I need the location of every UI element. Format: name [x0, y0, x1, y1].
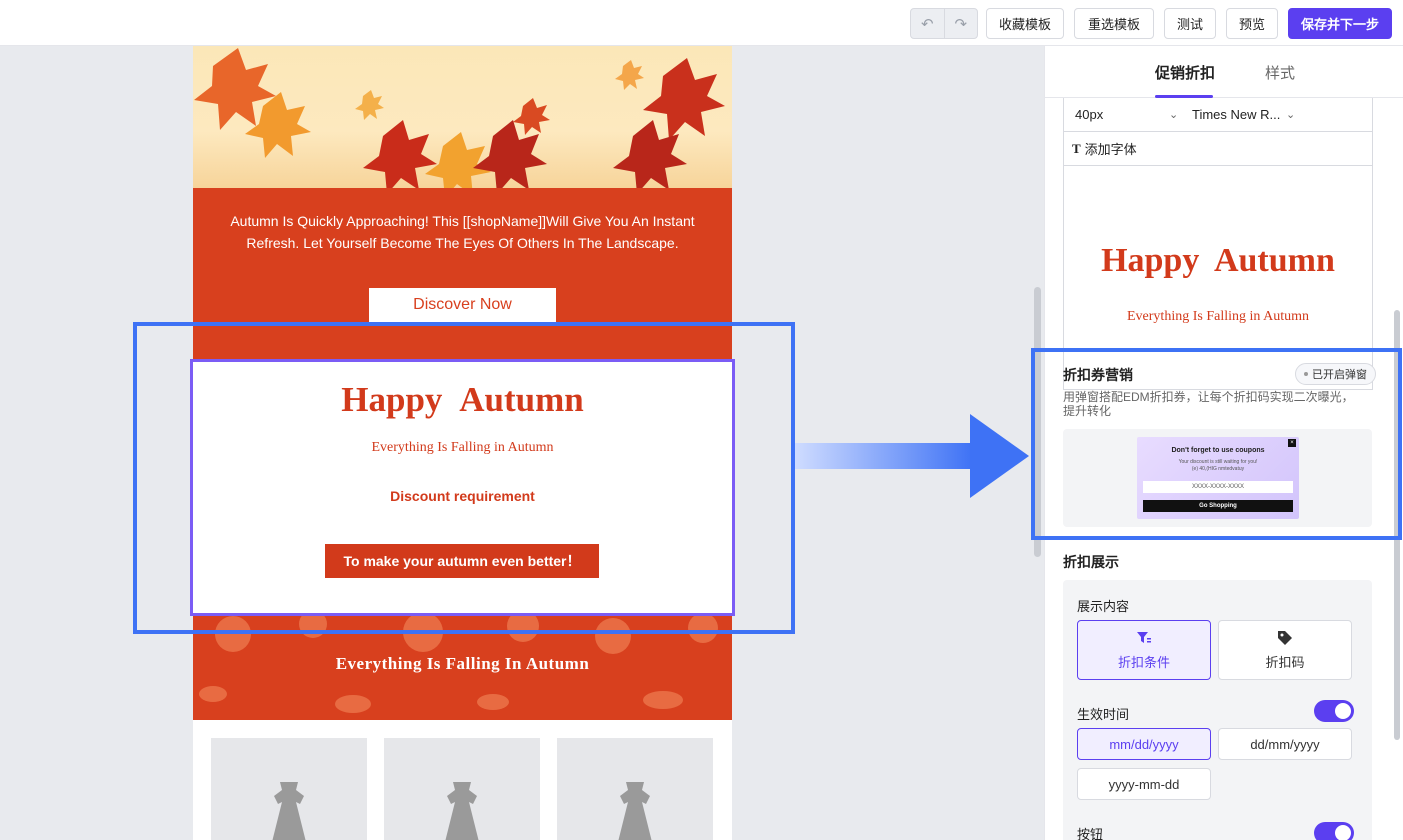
undo-redo-group: ↶ ↷ [910, 8, 978, 39]
product-grid [193, 720, 732, 840]
option-discount-code[interactable]: 折扣码 [1218, 620, 1352, 680]
tab-promotion-discount[interactable]: 促销折扣 [1155, 62, 1215, 83]
redo-icon[interactable]: ↷ [943, 9, 978, 38]
chevron-down-icon[interactable]: ⌄ [1169, 108, 1178, 121]
band-text: Everything Is Falling In Autumn [335, 654, 590, 673]
text-t-icon: T [1072, 140, 1081, 156]
discover-now-button[interactable]: Discover Now [369, 288, 556, 322]
preview-subtitle: Everything Is Falling in Autumn [1127, 309, 1309, 324]
dress-icon [445, 782, 479, 840]
undo-icon[interactable]: ↶ [911, 9, 944, 38]
test-button[interactable]: 测试 [1164, 8, 1216, 39]
effective-time-toggle[interactable] [1314, 700, 1354, 722]
intro-text: Autumn Is Quickly Approaching! This [[sh… [230, 213, 695, 251]
panel-tabs: 促销折扣 样式 [1045, 46, 1403, 98]
option-label: 折扣条件 [1117, 654, 1170, 670]
coupon-highlight-frame [1031, 348, 1402, 540]
preview-title: Happy Autumn [1101, 242, 1335, 279]
button-label: 按钮 [1077, 827, 1104, 840]
reselect-template-button[interactable]: 重选模板 [1074, 8, 1154, 39]
maple-leaves-image [194, 48, 725, 188]
product-card[interactable] [384, 738, 540, 840]
tab-style[interactable]: 样式 [1265, 62, 1295, 83]
discount-display-box: 展示内容 折扣条件 折扣码 生效时间 mm/dd/yyyy dd/mm/yyyy… [1063, 580, 1372, 840]
date-format-option[interactable]: dd/mm/yyyy [1218, 728, 1352, 760]
display-content-label: 展示内容 [1077, 599, 1130, 614]
arrow-right-icon [795, 414, 1029, 498]
save-next-button[interactable]: 保存并下一步 [1288, 8, 1392, 39]
effective-time-label: 生效时间 [1077, 707, 1130, 722]
filter-icon [1137, 631, 1151, 643]
autumn-leaves-banner [193, 46, 732, 188]
product-card[interactable] [557, 738, 713, 840]
font-family-select[interactable]: Times New R... [1192, 107, 1280, 122]
add-font-row[interactable]: T 添加字体 [1064, 132, 1372, 166]
favorite-template-button[interactable]: 收藏模板 [986, 8, 1064, 39]
tag-icon [1278, 630, 1292, 645]
font-size-select[interactable]: 40px [1075, 107, 1103, 122]
discount-display-title: 折扣展示 [1063, 554, 1119, 570]
add-font-label: 添加字体 [1084, 142, 1137, 157]
option-discount-condition[interactable]: 折扣条件 [1077, 620, 1211, 680]
dress-icon [618, 782, 652, 840]
button-toggle[interactable] [1314, 822, 1354, 840]
highlight-frame [133, 322, 795, 634]
date-format-option[interactable]: mm/dd/yyyy [1077, 728, 1211, 760]
chevron-down-icon[interactable]: ⌄ [1286, 108, 1295, 121]
top-toolbar: ↶ ↷ 收藏模板 重选模板 测试 预览 保存并下一步 [0, 0, 1403, 46]
preview-button[interactable]: 预览 [1226, 8, 1278, 39]
option-label: 折扣码 [1265, 654, 1305, 670]
product-card[interactable] [211, 738, 367, 840]
font-toolbar: 40px ⌄ Times New R... ⌄ [1064, 98, 1372, 132]
dress-icon [272, 782, 306, 840]
date-format-option[interactable]: yyyy-mm-dd [1077, 768, 1211, 800]
text-editor: 40px ⌄ Times New R... ⌄ T 添加字体 Happy Aut… [1063, 98, 1373, 390]
